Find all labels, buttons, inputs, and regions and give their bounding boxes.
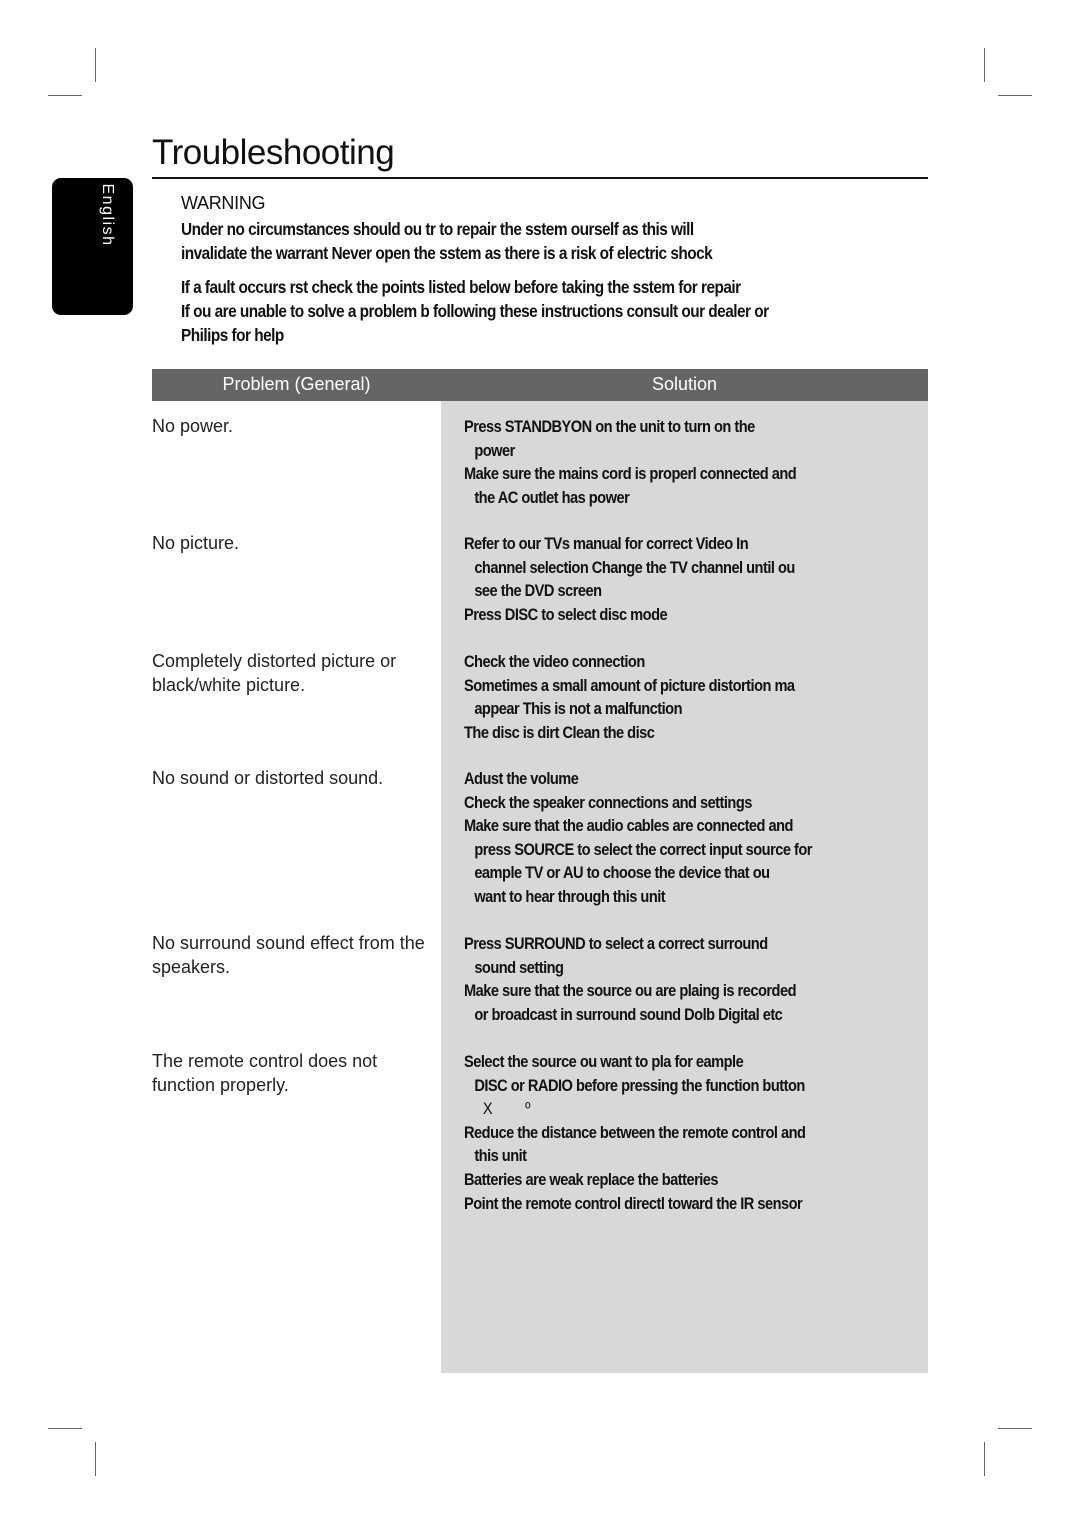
solution-cell: Adust the volume Check the speaker connec… xyxy=(464,767,934,909)
problem-cell: No power. xyxy=(152,416,234,436)
solution-line: this unit xyxy=(474,1146,527,1166)
problem-cell: No picture. xyxy=(152,533,240,553)
paragraph-line: If a fault occurs rst check the points l… xyxy=(181,277,741,297)
solution-line: power xyxy=(474,440,515,460)
problem-cell: No sound or distorted sound. xyxy=(152,768,384,788)
solution-line: Make sure that the source ou are plaing … xyxy=(464,981,797,1001)
solution-cell: Press SURROUND to select a correct surro… xyxy=(464,932,934,1026)
solution-line: eample TV or AU to choose the device tha… xyxy=(474,863,770,883)
solution-line: Press SURROUND to select a correct surro… xyxy=(464,934,768,953)
solution-line: or broadcast in surround sound Dolb Digi… xyxy=(474,1004,783,1024)
crop-mark xyxy=(998,95,1032,96)
solution-cell: Select the source ou want to pla for eam… xyxy=(464,1050,934,1215)
solution-line: the AC outlet has power xyxy=(474,487,630,507)
language-tab: English xyxy=(52,178,133,315)
paragraph-line: Philips for help xyxy=(181,325,284,345)
crop-mark xyxy=(48,95,82,96)
solution-line: Reduce the distance between the remote c… xyxy=(464,1122,806,1142)
solution-cell: Refer to our TVs manual for correct Vide… xyxy=(464,532,934,626)
solution-line: sound setting xyxy=(474,957,564,977)
solution-line: appear This is not a malfunction xyxy=(474,699,683,719)
warning-paragraph: Under no circumstances should ou tr to r… xyxy=(181,217,921,265)
solution-line: Check the video connection xyxy=(464,652,645,671)
solution-line: Check the speaker connections and settin… xyxy=(464,792,752,812)
solution-line: channel selection Change the TV channel … xyxy=(474,557,795,577)
solution-line: Press STANDBYON on the unit to turn on t… xyxy=(464,417,755,436)
problem-cell: No surround sound effect from the speake… xyxy=(152,933,425,977)
crop-mark xyxy=(95,48,96,82)
solution-line: Point the remote control directl toward … xyxy=(464,1193,803,1213)
header-problem: Problem (General) xyxy=(222,374,371,394)
table-header: Problem (General) Solution xyxy=(152,369,928,401)
solution-line: Make sure the mains cord is properl conn… xyxy=(464,464,797,484)
solution-line: Press DISC to select disc mode xyxy=(464,604,668,624)
solution-line: DISC or RADIO before pressing the functi… xyxy=(474,1075,805,1095)
problem-cell: The remote control does not function pro… xyxy=(152,1051,378,1095)
paragraph-line: Under no circumstances should ou tr to r… xyxy=(181,219,694,239)
solution-line: Make sure that the audio cables are conn… xyxy=(464,816,793,836)
solution-line: The disc is dirt Clean the disc xyxy=(464,722,655,742)
title-divider xyxy=(152,177,928,179)
crop-mark xyxy=(998,1428,1032,1429)
solution-line: Batteries are weak replace the batteries xyxy=(464,1169,719,1189)
solution-line: Refer to our TVs manual for correct Vide… xyxy=(464,534,749,553)
language-tab-label: English xyxy=(98,183,116,246)
paragraph-line: invalidate the warrant Never open the ss… xyxy=(181,243,713,263)
warning-label: WARNING xyxy=(181,193,266,213)
solution-line: Select the source ou want to pla for eam… xyxy=(464,1052,744,1071)
solution-line: want to hear through this unit xyxy=(474,886,666,906)
solution-line: press SOURCE to select the correct input… xyxy=(474,839,812,859)
crop-mark xyxy=(984,1442,985,1476)
solution-line: Adust the volume xyxy=(464,769,579,788)
problem-cell: Completely distorted picture or black/wh… xyxy=(152,651,397,695)
crop-mark xyxy=(95,1442,96,1476)
solution-cell: Check the video connection Sometimes a sm… xyxy=(464,650,934,744)
instructions-paragraph: If a fault occurs rst check the points l… xyxy=(181,275,921,347)
solution-cell: Press STANDBYON on the unit to turn on t… xyxy=(464,415,934,509)
solution-line: Sometimes a small amount of picture dist… xyxy=(464,675,795,695)
header-solution: Solution xyxy=(651,374,718,394)
button-symbols: X º xyxy=(482,1099,531,1119)
crop-mark xyxy=(984,48,985,82)
page-title: Troubleshooting xyxy=(152,133,395,172)
solution-line: see the DVD screen xyxy=(474,581,602,601)
paragraph-line: If ou are unable to solve a problem b fo… xyxy=(181,301,769,321)
crop-mark xyxy=(48,1428,82,1429)
